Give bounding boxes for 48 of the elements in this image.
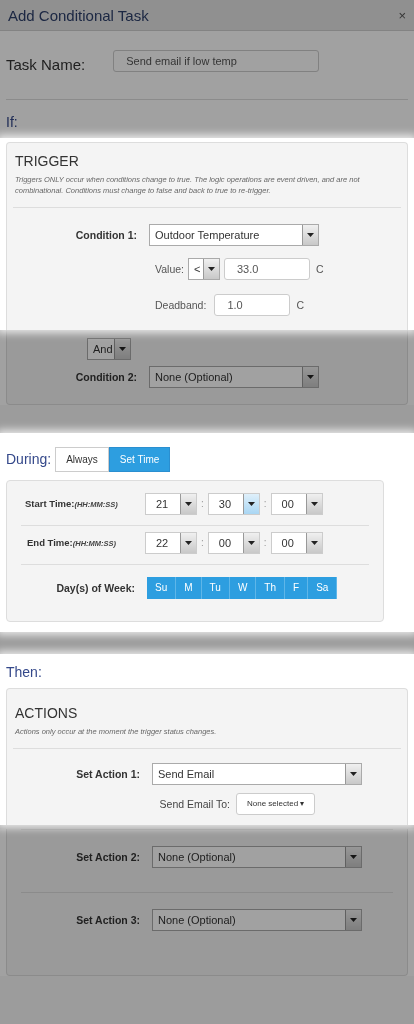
time-separator: : bbox=[200, 537, 205, 549]
time-select[interactable]: 00 bbox=[270, 492, 323, 515]
caret-icon bbox=[302, 366, 318, 387]
time-select[interactable]: 21 bbox=[145, 492, 197, 515]
caret-icon bbox=[302, 224, 318, 245]
time-separator: : bbox=[200, 498, 205, 510]
deadband-label: Deadband: bbox=[155, 298, 207, 311]
recipient-dropdown[interactable]: None selected ▾ bbox=[236, 792, 316, 815]
caret-icon bbox=[203, 258, 219, 279]
unit-label: C bbox=[316, 262, 324, 275]
dropdown-select[interactable]: None (Optional) bbox=[149, 365, 319, 388]
action-label: Set Action 1: bbox=[75, 767, 141, 780]
trigger-title: TRIGGER bbox=[14, 153, 80, 169]
during-heading: During: bbox=[6, 451, 53, 468]
action-label: Set Action 3: bbox=[75, 913, 141, 926]
task-name-label: Task Name: bbox=[6, 55, 86, 73]
time-separator: : bbox=[262, 537, 268, 549]
then-heading: Then: bbox=[5, 662, 43, 682]
condition-label: Condition 2: bbox=[74, 370, 138, 383]
caret-icon bbox=[345, 846, 361, 867]
time-select[interactable]: 00 bbox=[207, 531, 260, 554]
time-select[interactable]: 00 bbox=[270, 531, 323, 554]
days-label: Day(s) of Week: bbox=[55, 581, 136, 594]
time-select[interactable]: 22 bbox=[145, 531, 197, 554]
action-label: Set Action 2: bbox=[75, 850, 141, 863]
logic-select[interactable]: And bbox=[87, 337, 131, 360]
dropdown-select[interactable]: Send Email bbox=[152, 762, 362, 785]
value-label: Value: bbox=[155, 262, 184, 275]
mode-toggle[interactable]: Always bbox=[55, 446, 109, 472]
caret-icon bbox=[114, 338, 130, 359]
task-name-field[interactable]: Send email if low temp bbox=[113, 50, 320, 72]
dropdown-select[interactable]: None (Optional) bbox=[152, 845, 362, 868]
if-heading: If: bbox=[5, 113, 19, 132]
time-separator: : bbox=[262, 498, 268, 510]
condition-label: Condition 1: bbox=[74, 228, 138, 241]
dropdown-select[interactable]: Outdoor Temperature bbox=[149, 223, 319, 246]
caret-icon bbox=[345, 763, 361, 784]
email-to-label: Send Email To: bbox=[158, 797, 231, 810]
caret-icon bbox=[345, 909, 361, 930]
actions-title: ACTIONS bbox=[14, 704, 79, 721]
unit-label: C bbox=[296, 298, 304, 311]
dialog-title: Add Conditional Task bbox=[8, 6, 149, 24]
time-select[interactable]: 30 bbox=[207, 492, 260, 515]
close-button[interactable]: × bbox=[398, 7, 406, 23]
dropdown-select[interactable]: None (Optional) bbox=[152, 908, 362, 931]
operator-select[interactable]: < bbox=[188, 257, 220, 280]
value-field[interactable]: 33.0 bbox=[224, 257, 310, 280]
deadband-field[interactable]: 1.0 bbox=[214, 293, 291, 316]
